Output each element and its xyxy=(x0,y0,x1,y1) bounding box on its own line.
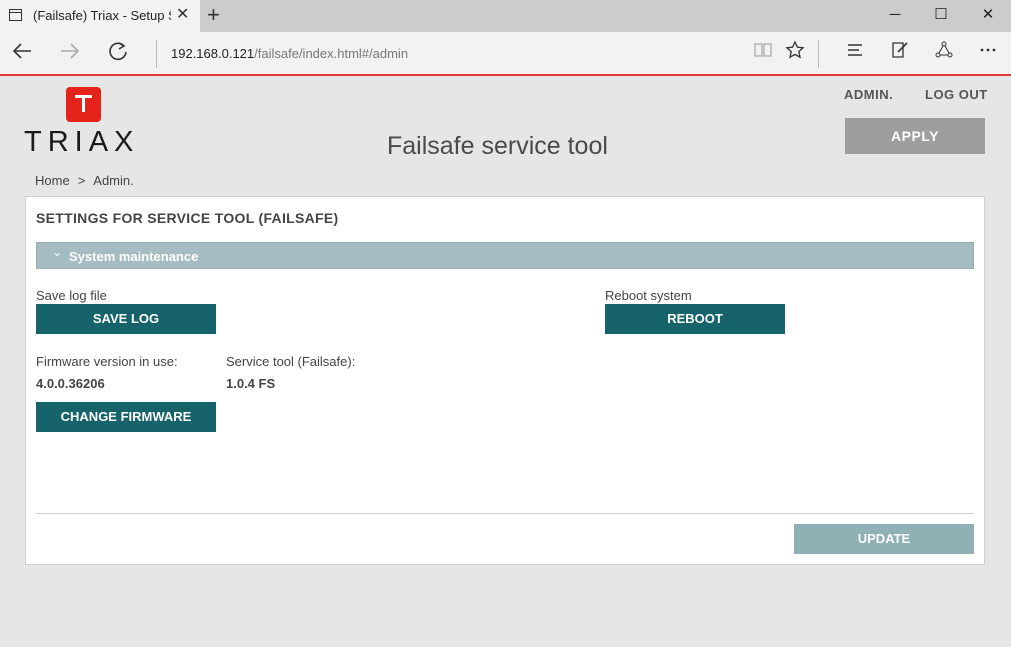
update-button[interactable]: UPDATE xyxy=(794,524,974,554)
tab-title: (Failsafe) Triax - Setup S xyxy=(33,8,171,23)
minimize-icon[interactable]: ─ xyxy=(872,0,918,32)
logo-text: TRIAX xyxy=(24,126,140,158)
share-icon[interactable] xyxy=(930,40,958,68)
url-divider xyxy=(156,40,157,68)
browser-titlebar: (Failsafe) Triax - Setup S ✕ + ─ ☐ ✕ xyxy=(0,0,1011,32)
browser-navbar: 192.168.0.121/failsafe/index.html#/admin xyxy=(0,32,1011,76)
breadcrumb-home[interactable]: Home xyxy=(35,173,70,188)
section-label: System maintenance xyxy=(69,249,199,264)
back-icon[interactable] xyxy=(8,40,36,68)
breadcrumb: Home > Admin. xyxy=(35,173,134,188)
new-tab-icon[interactable]: + xyxy=(207,3,220,27)
logout-link[interactable]: LOG OUT xyxy=(925,87,988,102)
reboot-button[interactable]: REBOOT xyxy=(605,304,785,334)
service-tool-label: Service tool (Failsafe): xyxy=(226,354,356,369)
hub-icon[interactable] xyxy=(841,40,869,68)
change-firmware-button[interactable]: CHANGE FIRMWARE xyxy=(36,402,216,432)
url-host: 192.168.0.121 xyxy=(171,46,255,61)
url-path: /failsafe/index.html#/admin xyxy=(254,46,409,61)
tab-close-icon[interactable]: ✕ xyxy=(176,5,189,25)
service-tool-value: 1.0.4 FS xyxy=(226,376,276,391)
save-log-label: Save log file xyxy=(36,288,107,303)
forward-icon[interactable] xyxy=(56,40,84,68)
section-header-system-maintenance[interactable]: ⌄ System maintenance xyxy=(36,242,974,269)
chevron-down-icon: ⌄ xyxy=(52,245,63,259)
breadcrumb-current: Admin. xyxy=(93,173,134,188)
reading-view-icon[interactable] xyxy=(749,40,777,68)
save-log-button[interactable]: SAVE LOG xyxy=(36,304,216,334)
favorite-star-icon[interactable] xyxy=(781,40,809,68)
address-bar[interactable]: 192.168.0.121/failsafe/index.html#/admin xyxy=(171,46,408,61)
panel-divider xyxy=(36,513,974,514)
admin-link[interactable]: ADMIN. xyxy=(844,87,893,102)
browser-tab[interactable]: (Failsafe) Triax - Setup S ✕ xyxy=(0,0,200,32)
close-window-icon[interactable]: ✕ xyxy=(965,0,1011,32)
page-title: Failsafe service tool xyxy=(387,132,608,160)
settings-panel: SETTINGS FOR SERVICE TOOL (FAILSAFE) ⌄ S… xyxy=(25,196,985,565)
refresh-icon[interactable] xyxy=(104,40,132,68)
breadcrumb-separator: > xyxy=(77,173,86,188)
firmware-version-label: Firmware version in use: xyxy=(36,354,178,369)
reboot-label: Reboot system xyxy=(605,288,692,303)
panel-title: SETTINGS FOR SERVICE TOOL (FAILSAFE) xyxy=(36,210,339,226)
web-note-icon[interactable] xyxy=(886,40,914,68)
firmware-version-value: 4.0.0.36206 xyxy=(36,376,105,391)
page-icon xyxy=(9,9,22,21)
triax-logo-icon xyxy=(66,87,101,122)
toolbar-divider xyxy=(818,40,819,68)
more-icon[interactable] xyxy=(974,40,1002,68)
apply-button[interactable]: APPLY xyxy=(845,118,985,154)
maximize-icon[interactable]: ☐ xyxy=(918,0,964,32)
